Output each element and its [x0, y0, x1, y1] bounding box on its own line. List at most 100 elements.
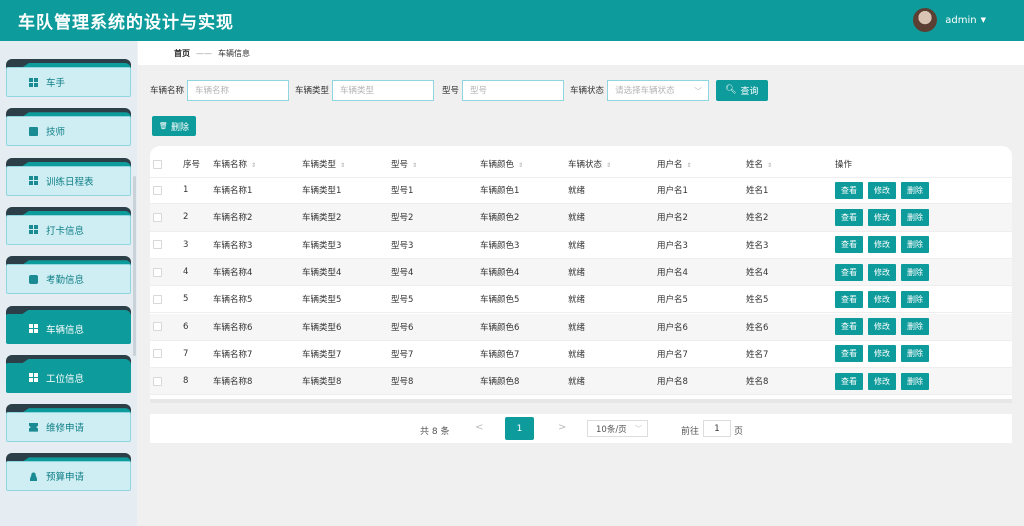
column-header[interactable]: 型号 ⇕ [391, 158, 417, 170]
sidebar-item-2[interactable]: 技师 [6, 108, 131, 148]
sidebar-item-body[interactable]: 预算申请 [6, 461, 131, 492]
row-checkbox[interactable] [153, 376, 162, 386]
view-button[interactable]: 查看 [835, 345, 863, 363]
column-header[interactable]: 用户名 ⇕ [657, 158, 692, 170]
table-row[interactable]: 3 车辆名称3 车辆类型3 型号3 车辆颜色3 就绪 用户名3 姓名3 查看 修改 删除 [150, 232, 1012, 259]
row-checkbox[interactable] [153, 294, 162, 304]
grid-icon [29, 77, 38, 87]
column-header[interactable]: 车辆颜色 ⇕ [480, 158, 523, 170]
vehicle-status-placeholder: 请选择车辆状态 [615, 86, 675, 96]
table-row[interactable]: 4 车辆名称4 车辆类型4 型号4 车辆颜色4 就绪 用户名4 姓名4 查看 修改 删除 [150, 258, 1012, 287]
delete-button[interactable]: 删除 [901, 208, 929, 226]
table-row[interactable]: 6 车辆名称6 车辆类型6 型号6 车辆颜色6 就绪 用户名6 姓名6 查看 修改 删除 [150, 313, 1012, 341]
username[interactable]: admin [945, 15, 976, 26]
view-button[interactable]: 查看 [835, 181, 863, 199]
table-cell: 7 [183, 348, 189, 359]
sidebar-item-body[interactable]: 打卡信息 [6, 214, 131, 245]
sidebar-item-7[interactable]: 工位信息 [6, 354, 131, 395]
row-checkbox[interactable] [153, 212, 162, 222]
sort-icon[interactable]: ⇕ [687, 162, 692, 169]
table-cell: 用户名4 [657, 268, 688, 279]
row-checkbox[interactable] [153, 349, 162, 359]
select-all-checkbox[interactable] [153, 159, 162, 169]
page-size-select[interactable]: 10条/页 ﹀ [587, 420, 648, 437]
sort-icon[interactable]: ⇕ [340, 162, 345, 169]
table-horizontal-scrollbar[interactable] [150, 399, 1012, 403]
goto-page-input[interactable]: 1 [703, 420, 731, 437]
batch-delete-label: 删除 [170, 122, 189, 133]
view-button[interactable]: 查看 [835, 372, 863, 390]
table-row[interactable]: 7 车辆名称7 车辆类型7 型号7 车辆颜色7 就绪 用户名7 姓名7 查看 修改 删除 [150, 341, 1012, 369]
vehicle-status-select[interactable]: 请选择车辆状态 ﹀ [607, 79, 710, 101]
delete-button[interactable]: 删除 [901, 236, 929, 254]
edit-button[interactable]: 修改 [868, 290, 896, 308]
edit-button[interactable]: 修改 [868, 263, 896, 281]
edit-button[interactable]: 修改 [868, 318, 896, 336]
sidebar-item-5[interactable]: 考勤信息 [6, 256, 131, 296]
edit-button[interactable]: 修改 [868, 372, 896, 390]
row-checkbox[interactable] [153, 267, 162, 277]
edit-button[interactable]: 修改 [868, 208, 896, 226]
sidebar-item-label: 技师 [46, 127, 66, 139]
column-header[interactable]: 姓名 ⇕ [746, 158, 772, 170]
sort-icon[interactable]: ⇕ [518, 162, 523, 169]
sort-icon[interactable]: ⇕ [412, 162, 417, 169]
sidebar-item-body[interactable]: 技师 [6, 116, 131, 147]
sort-icon[interactable]: ⇕ [251, 162, 256, 169]
avatar[interactable] [913, 8, 938, 32]
grid-icon [29, 373, 38, 383]
vehicle-type-input[interactable]: 车辆类型 [332, 79, 435, 101]
view-button[interactable]: 查看 [835, 290, 863, 308]
sidebar-item-body[interactable]: 工位信息 [6, 362, 131, 393]
sidebar-item-body[interactable]: 考勤信息 [6, 264, 131, 295]
sidebar-item-8[interactable]: 维修申请 [6, 404, 131, 444]
delete-button[interactable]: 删除 [901, 318, 929, 336]
page-1-button[interactable]: 1 [505, 417, 534, 440]
sort-icon[interactable]: ⇕ [767, 162, 772, 169]
batch-delete-button[interactable]: 🗑︎ 删除 [152, 116, 196, 136]
next-page-button[interactable]: > [558, 422, 566, 433]
delete-button[interactable]: 删除 [901, 290, 929, 308]
sidebar-item-4[interactable]: 打卡信息 [6, 206, 131, 247]
sidebar-scrollbar[interactable] [133, 176, 136, 356]
query-button[interactable]: 🔍︎ 查询 [716, 79, 768, 101]
sidebar-item-body[interactable]: 车手 [6, 67, 131, 97]
row-checkbox[interactable] [153, 322, 162, 332]
edit-button[interactable]: 修改 [868, 181, 896, 199]
delete-button[interactable]: 删除 [901, 345, 929, 363]
view-button[interactable]: 查看 [835, 236, 863, 254]
delete-button[interactable]: 删除 [901, 372, 929, 390]
column-header[interactable]: 车辆名称 ⇕ [213, 158, 256, 170]
row-checkbox[interactable] [153, 185, 162, 195]
sidebar-item-9[interactable]: 预算申请 [6, 453, 131, 493]
table-row[interactable]: 1 车辆名称1 车辆类型1 型号1 车辆颜色1 就绪 用户名1 姓名1 查看 修改 删除 [150, 177, 1012, 205]
page-size-value: 10条/页 [596, 424, 627, 435]
edit-button[interactable]: 修改 [868, 345, 896, 363]
sidebar-item-6[interactable]: 车辆信息 [6, 305, 131, 346]
vehicle-name-input[interactable]: 车辆名称 [187, 79, 290, 101]
view-button[interactable]: 查看 [835, 318, 863, 336]
delete-button[interactable]: 删除 [901, 181, 929, 199]
column-header[interactable]: 车辆类型 ⇕ [302, 158, 345, 170]
sidebar-item-3[interactable]: 训练日程表 [6, 157, 131, 198]
user-menu[interactable]: admin ▼ [913, 8, 986, 32]
caret-down-icon[interactable]: ▼ [981, 16, 986, 24]
sidebar-item-body[interactable]: 训练日程表 [6, 165, 131, 196]
table-row[interactable]: 8 车辆名称8 车辆类型8 型号8 车辆颜色8 就绪 用户名8 姓名8 查看 修改 删除 [150, 368, 1012, 396]
row-checkbox[interactable] [153, 240, 162, 250]
model-input[interactable]: 型号 [462, 79, 565, 101]
breadcrumb-home[interactable]: 首页 [174, 48, 190, 59]
delete-button[interactable]: 删除 [901, 263, 929, 281]
sidebar-item-body[interactable]: 维修申请 [6, 412, 131, 443]
table-row[interactable]: 2 车辆名称2 车辆类型2 型号2 车辆颜色2 就绪 用户名2 姓名2 查看 修改 删除 [150, 204, 1012, 232]
view-button[interactable]: 查看 [835, 263, 863, 281]
table-row[interactable]: 5 车辆名称5 车辆类型5 型号5 车辆颜色5 就绪 用户名5 姓名5 查看 修改 删除 [150, 286, 1012, 314]
prev-page-button[interactable]: < [475, 422, 483, 433]
sort-icon[interactable]: ⇕ [606, 162, 611, 169]
sidebar-item-body[interactable]: 车辆信息 [6, 313, 131, 344]
table-cell: 就绪 [568, 322, 586, 333]
view-button[interactable]: 查看 [835, 208, 863, 226]
sidebar-item-1[interactable]: 车手 [6, 59, 131, 99]
column-header[interactable]: 车辆状态 ⇕ [568, 158, 611, 170]
edit-button[interactable]: 修改 [868, 236, 896, 254]
